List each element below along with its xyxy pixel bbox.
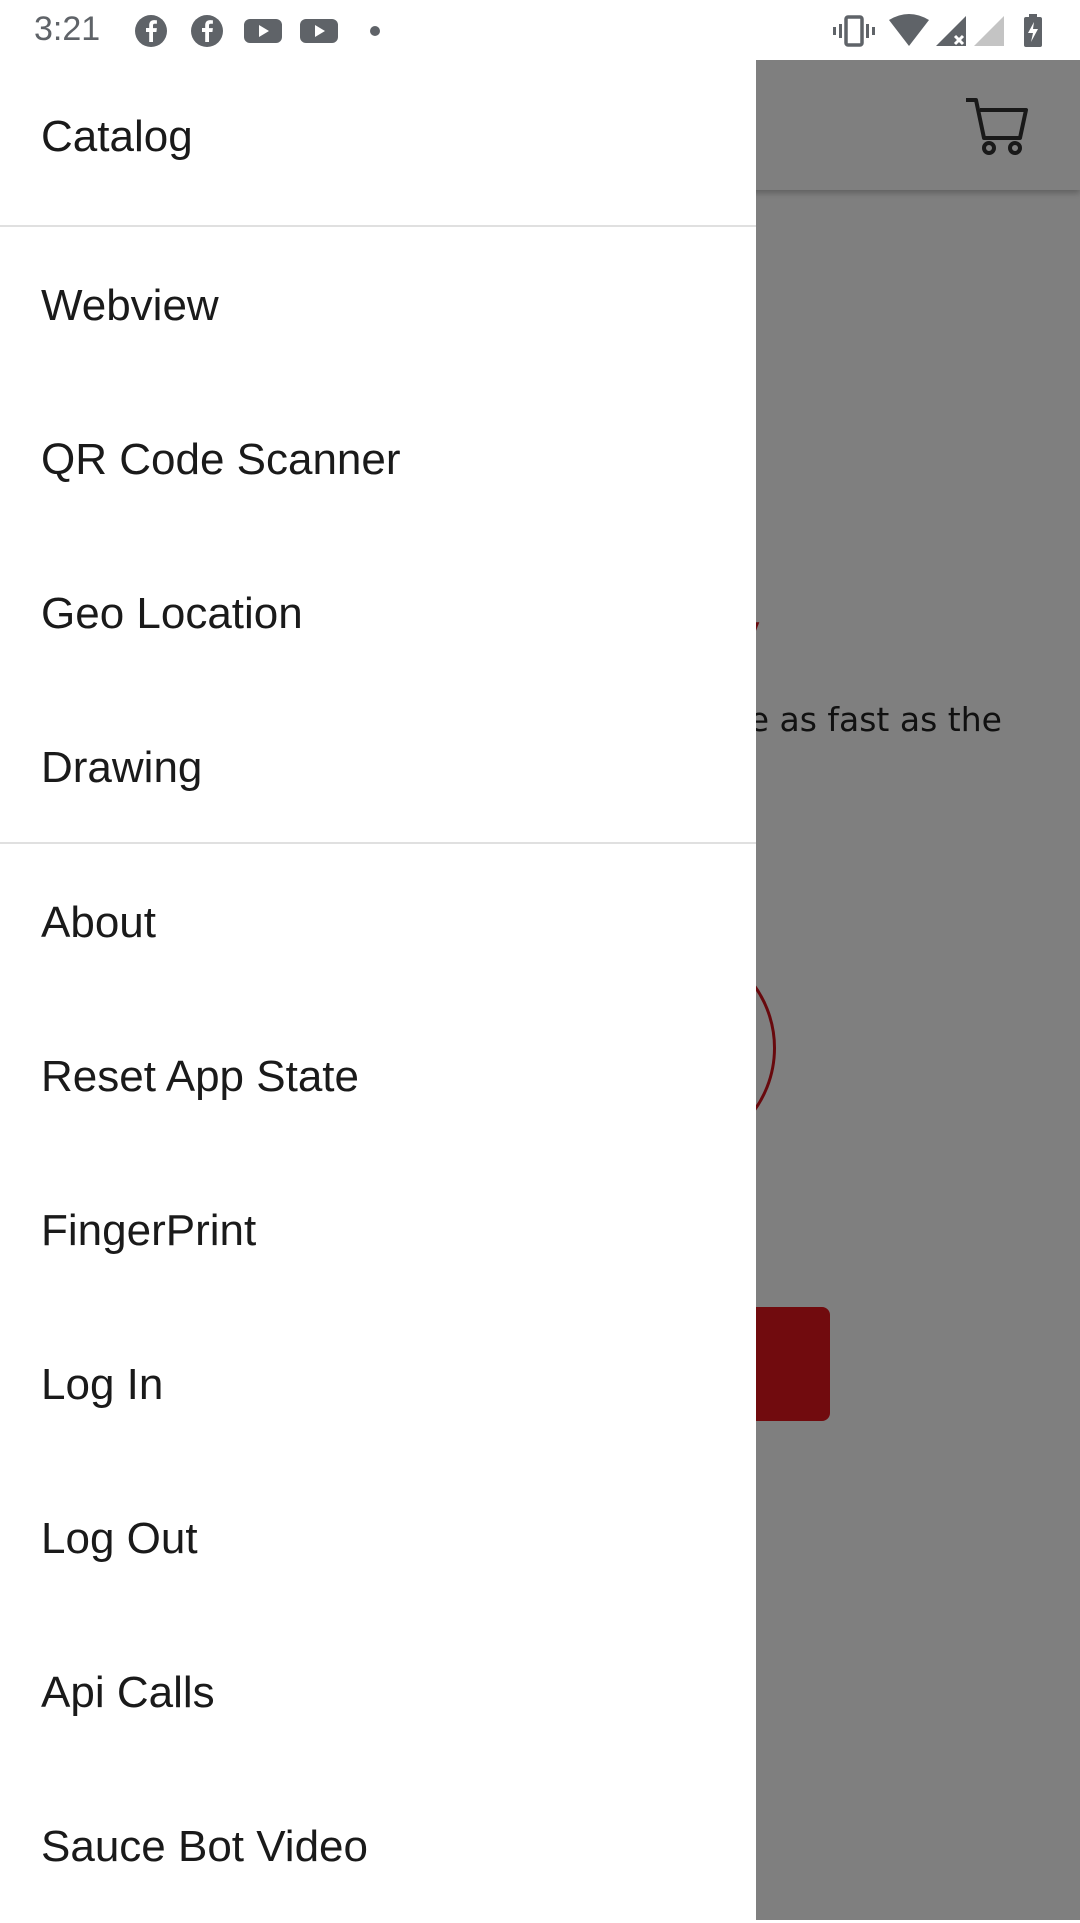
menu-item-label: Reset App State bbox=[41, 1051, 359, 1101]
menu-item-log-in[interactable]: Log In bbox=[0, 1308, 756, 1461]
menu-item-label: FingerPrint bbox=[41, 1205, 257, 1255]
wifi-icon bbox=[889, 14, 929, 46]
menu-item-webview[interactable]: Webview bbox=[0, 229, 756, 382]
navigation-drawer: Catalog Webview QR Code Scanner Geo Loca… bbox=[0, 60, 756, 1920]
menu-item-label: About bbox=[41, 897, 156, 947]
menu-item-label: Geo Location bbox=[41, 588, 303, 638]
status-time: 3:21 bbox=[34, 10, 101, 48]
menu-item-api-calls[interactable]: Api Calls bbox=[0, 1616, 756, 1769]
menu-item-drawing[interactable]: Drawing bbox=[0, 691, 756, 844]
youtube-icon bbox=[300, 19, 338, 43]
vibrate-icon bbox=[833, 15, 875, 47]
menu-item-about[interactable]: About bbox=[0, 846, 756, 999]
menu-item-qr-code-scanner[interactable]: QR Code Scanner bbox=[0, 383, 756, 536]
menu-item-fingerprint[interactable]: FingerPrint bbox=[0, 1154, 756, 1307]
menu-item-sauce-bot-video[interactable]: Sauce Bot Video bbox=[0, 1770, 756, 1923]
menu-item-log-out[interactable]: Log Out bbox=[0, 1462, 756, 1615]
menu-item-label: Log Out bbox=[41, 1513, 198, 1563]
menu-divider bbox=[0, 225, 756, 227]
menu-item-label: Api Calls bbox=[41, 1667, 215, 1717]
dot-icon bbox=[370, 26, 380, 36]
menu-item-catalog[interactable]: Catalog bbox=[0, 60, 756, 213]
menu-divider bbox=[0, 842, 756, 844]
facebook-icon bbox=[191, 15, 223, 47]
status-bar: 3:21 bbox=[0, 0, 1080, 60]
menu-item-geo-location[interactable]: Geo Location bbox=[0, 537, 756, 690]
signal-icon bbox=[974, 16, 1004, 46]
menu-item-label: Catalog bbox=[41, 111, 193, 161]
facebook-icon bbox=[135, 15, 167, 47]
signal-no-data-icon bbox=[936, 16, 966, 46]
menu-item-label: Log In bbox=[41, 1359, 164, 1409]
menu-item-label: Sauce Bot Video bbox=[41, 1821, 368, 1871]
menu-item-label: Webview bbox=[41, 280, 219, 330]
menu-item-reset-app-state[interactable]: Reset App State bbox=[0, 1000, 756, 1153]
battery-charging-icon bbox=[1024, 14, 1042, 47]
menu-item-label: Drawing bbox=[41, 742, 203, 792]
youtube-icon bbox=[244, 19, 282, 43]
menu-item-label: QR Code Scanner bbox=[41, 434, 401, 484]
